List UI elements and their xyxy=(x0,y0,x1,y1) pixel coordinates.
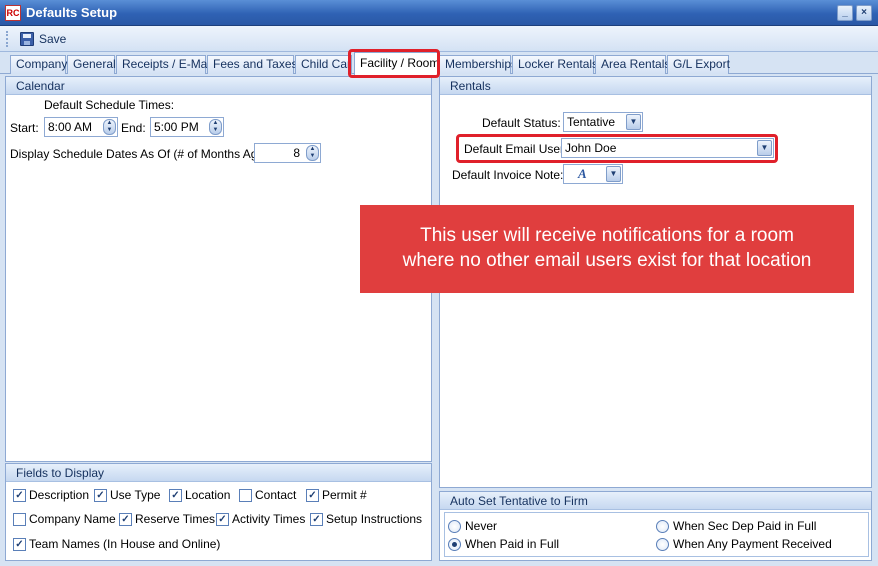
start-label: Start: xyxy=(10,121,39,135)
radio-label: Never xyxy=(465,519,498,533)
default-invoice-note-dropdown[interactable]: A ▼ xyxy=(563,164,623,184)
fields-header: Fields to Display xyxy=(6,464,431,482)
callout-line-1: This user will receive notifications for… xyxy=(420,225,794,246)
checkbox-label: Activity Times xyxy=(232,512,306,526)
checkbox-icon: ✓ xyxy=(306,488,319,502)
tab-locker-rentals[interactable]: Locker Rentals xyxy=(512,55,598,74)
checkbox-icon: ✓ xyxy=(94,488,107,502)
checkbox-label: Contact xyxy=(255,488,297,502)
auto-set-panel: Auto Set Tentative to Firm Never When Pa… xyxy=(439,491,872,561)
annotation-callout: This user will receive notifications for… xyxy=(360,205,854,293)
tab-child-care[interactable]: Child Care xyxy=(295,55,352,74)
callout-line-2: where no other email users exist for tha… xyxy=(402,250,812,271)
tab-memberships[interactable]: Memberships xyxy=(439,55,517,74)
minimize-button[interactable]: _ xyxy=(837,5,853,21)
checkbox-label: Setup Instructions xyxy=(326,512,423,526)
checkbox-label: Team Names (In House and Online) xyxy=(29,537,221,551)
end-time-spinner-icon[interactable]: ▲ ▼ xyxy=(209,119,222,135)
start-time-field[interactable]: 8:00 AM ▲ ▼ xyxy=(44,117,118,137)
close-button[interactable]: × xyxy=(856,5,872,21)
tab-company[interactable]: Company xyxy=(10,55,67,74)
default-status-label: Default Status: xyxy=(482,116,561,130)
default-times-label: Default Schedule Times: xyxy=(44,98,175,112)
radio-icon xyxy=(656,537,669,551)
checkbox-reserve-times[interactable]: ✓ Reserve Times xyxy=(119,512,215,526)
auto-set-header: Auto Set Tentative to Firm xyxy=(440,492,871,510)
checkbox-icon: ✓ xyxy=(310,512,323,526)
checkbox-label: Use Type xyxy=(110,488,161,502)
chevron-down-icon[interactable]: ▼ xyxy=(606,166,621,182)
checkbox-company-name[interactable]: Company Name xyxy=(13,512,116,526)
floppy-disk-icon xyxy=(20,32,34,46)
save-button[interactable]: Save xyxy=(20,30,66,48)
default-status-value: Tentative xyxy=(567,115,616,129)
checkbox-description[interactable]: ✓ Description xyxy=(13,488,89,502)
radio-never[interactable]: Never xyxy=(448,519,497,533)
tab-highlight-box xyxy=(348,49,440,78)
tab-general[interactable]: General xyxy=(67,55,116,74)
months-ago-label: Display Schedule Dates As Of (# of Month… xyxy=(10,147,272,161)
checkbox-icon: ✓ xyxy=(119,512,132,526)
radio-label: When Paid in Full xyxy=(465,537,560,551)
checkbox-team-names[interactable]: ✓ Team Names (In House and Online) xyxy=(13,537,220,551)
checkbox-contact[interactable]: Contact xyxy=(239,488,296,502)
checkbox-label: Location xyxy=(185,488,231,502)
toolbar-grip-icon[interactable] xyxy=(6,31,9,47)
checkbox-icon: ✓ xyxy=(216,512,229,526)
radio-label: When Sec Dep Paid in Full xyxy=(673,519,817,533)
chevron-down-icon[interactable]: ▼ xyxy=(626,114,641,130)
end-time-field[interactable]: 5:00 PM ▲ ▼ xyxy=(150,117,224,137)
checkbox-icon xyxy=(239,488,252,502)
email-highlight-box xyxy=(456,134,778,163)
checkbox-icon: ✓ xyxy=(13,537,26,551)
window-title: Defaults Setup xyxy=(26,5,118,20)
tab-receipts-email[interactable]: Receipts / E-Mail xyxy=(116,55,213,74)
checkbox-permit[interactable]: ✓ Permit # xyxy=(306,488,367,502)
checkbox-label: Reserve Times xyxy=(135,512,216,526)
end-label: End: xyxy=(121,121,146,135)
fields-to-display-panel: Fields to Display ✓ Description ✓ Use Type… xyxy=(5,463,432,561)
checkbox-location[interactable]: ✓ Location xyxy=(169,488,230,502)
checkbox-icon: ✓ xyxy=(13,488,26,502)
checkbox-icon: ✓ xyxy=(169,488,182,502)
months-ago-spinner-icon[interactable]: ▲ ▼ xyxy=(306,145,319,161)
checkbox-label: Description xyxy=(29,488,90,502)
toolbar: Save xyxy=(0,26,878,52)
checkbox-activity-times[interactable]: ✓ Activity Times xyxy=(216,512,305,526)
tab-fees-taxes[interactable]: Fees and Taxes xyxy=(207,55,298,74)
radio-icon xyxy=(448,537,461,551)
checkbox-setup-instructions[interactable]: ✓ Setup Instructions xyxy=(310,512,422,526)
end-time-value: 5:00 PM xyxy=(154,120,199,134)
app-icon: RC xyxy=(5,5,21,21)
months-ago-value: 8 xyxy=(293,146,300,160)
title-bar: RC Defaults Setup _ × xyxy=(0,0,878,26)
radio-icon xyxy=(448,519,461,533)
radio-icon xyxy=(656,519,669,533)
calendar-header: Calendar xyxy=(6,77,431,95)
checkbox-use-type[interactable]: ✓ Use Type xyxy=(94,488,160,502)
start-time-value: 8:00 AM xyxy=(48,120,93,134)
save-label: Save xyxy=(39,32,67,46)
radio-when-paid-in-full[interactable]: When Paid in Full xyxy=(448,537,559,551)
months-ago-field[interactable]: 8 ▲ ▼ xyxy=(254,143,321,163)
checkbox-label: Company Name xyxy=(29,512,116,526)
radio-sec-dep-paid[interactable]: When Sec Dep Paid in Full xyxy=(656,519,816,533)
tab-area-rentals[interactable]: Area Rentals xyxy=(595,55,670,74)
tab-gl-export[interactable]: G/L Export xyxy=(667,55,730,74)
checkbox-label: Permit # xyxy=(322,488,367,502)
radio-any-payment[interactable]: When Any Payment Received xyxy=(656,537,832,551)
default-invoice-note-label: Default Invoice Note: xyxy=(452,168,564,182)
checkbox-icon xyxy=(13,512,26,526)
start-time-spinner-icon[interactable]: ▲ ▼ xyxy=(103,119,116,135)
default-status-dropdown[interactable]: Tentative ▼ xyxy=(563,112,643,132)
rich-text-icon: A xyxy=(578,166,587,181)
rentals-header: Rentals xyxy=(440,77,871,95)
radio-label: When Any Payment Received xyxy=(673,537,832,551)
